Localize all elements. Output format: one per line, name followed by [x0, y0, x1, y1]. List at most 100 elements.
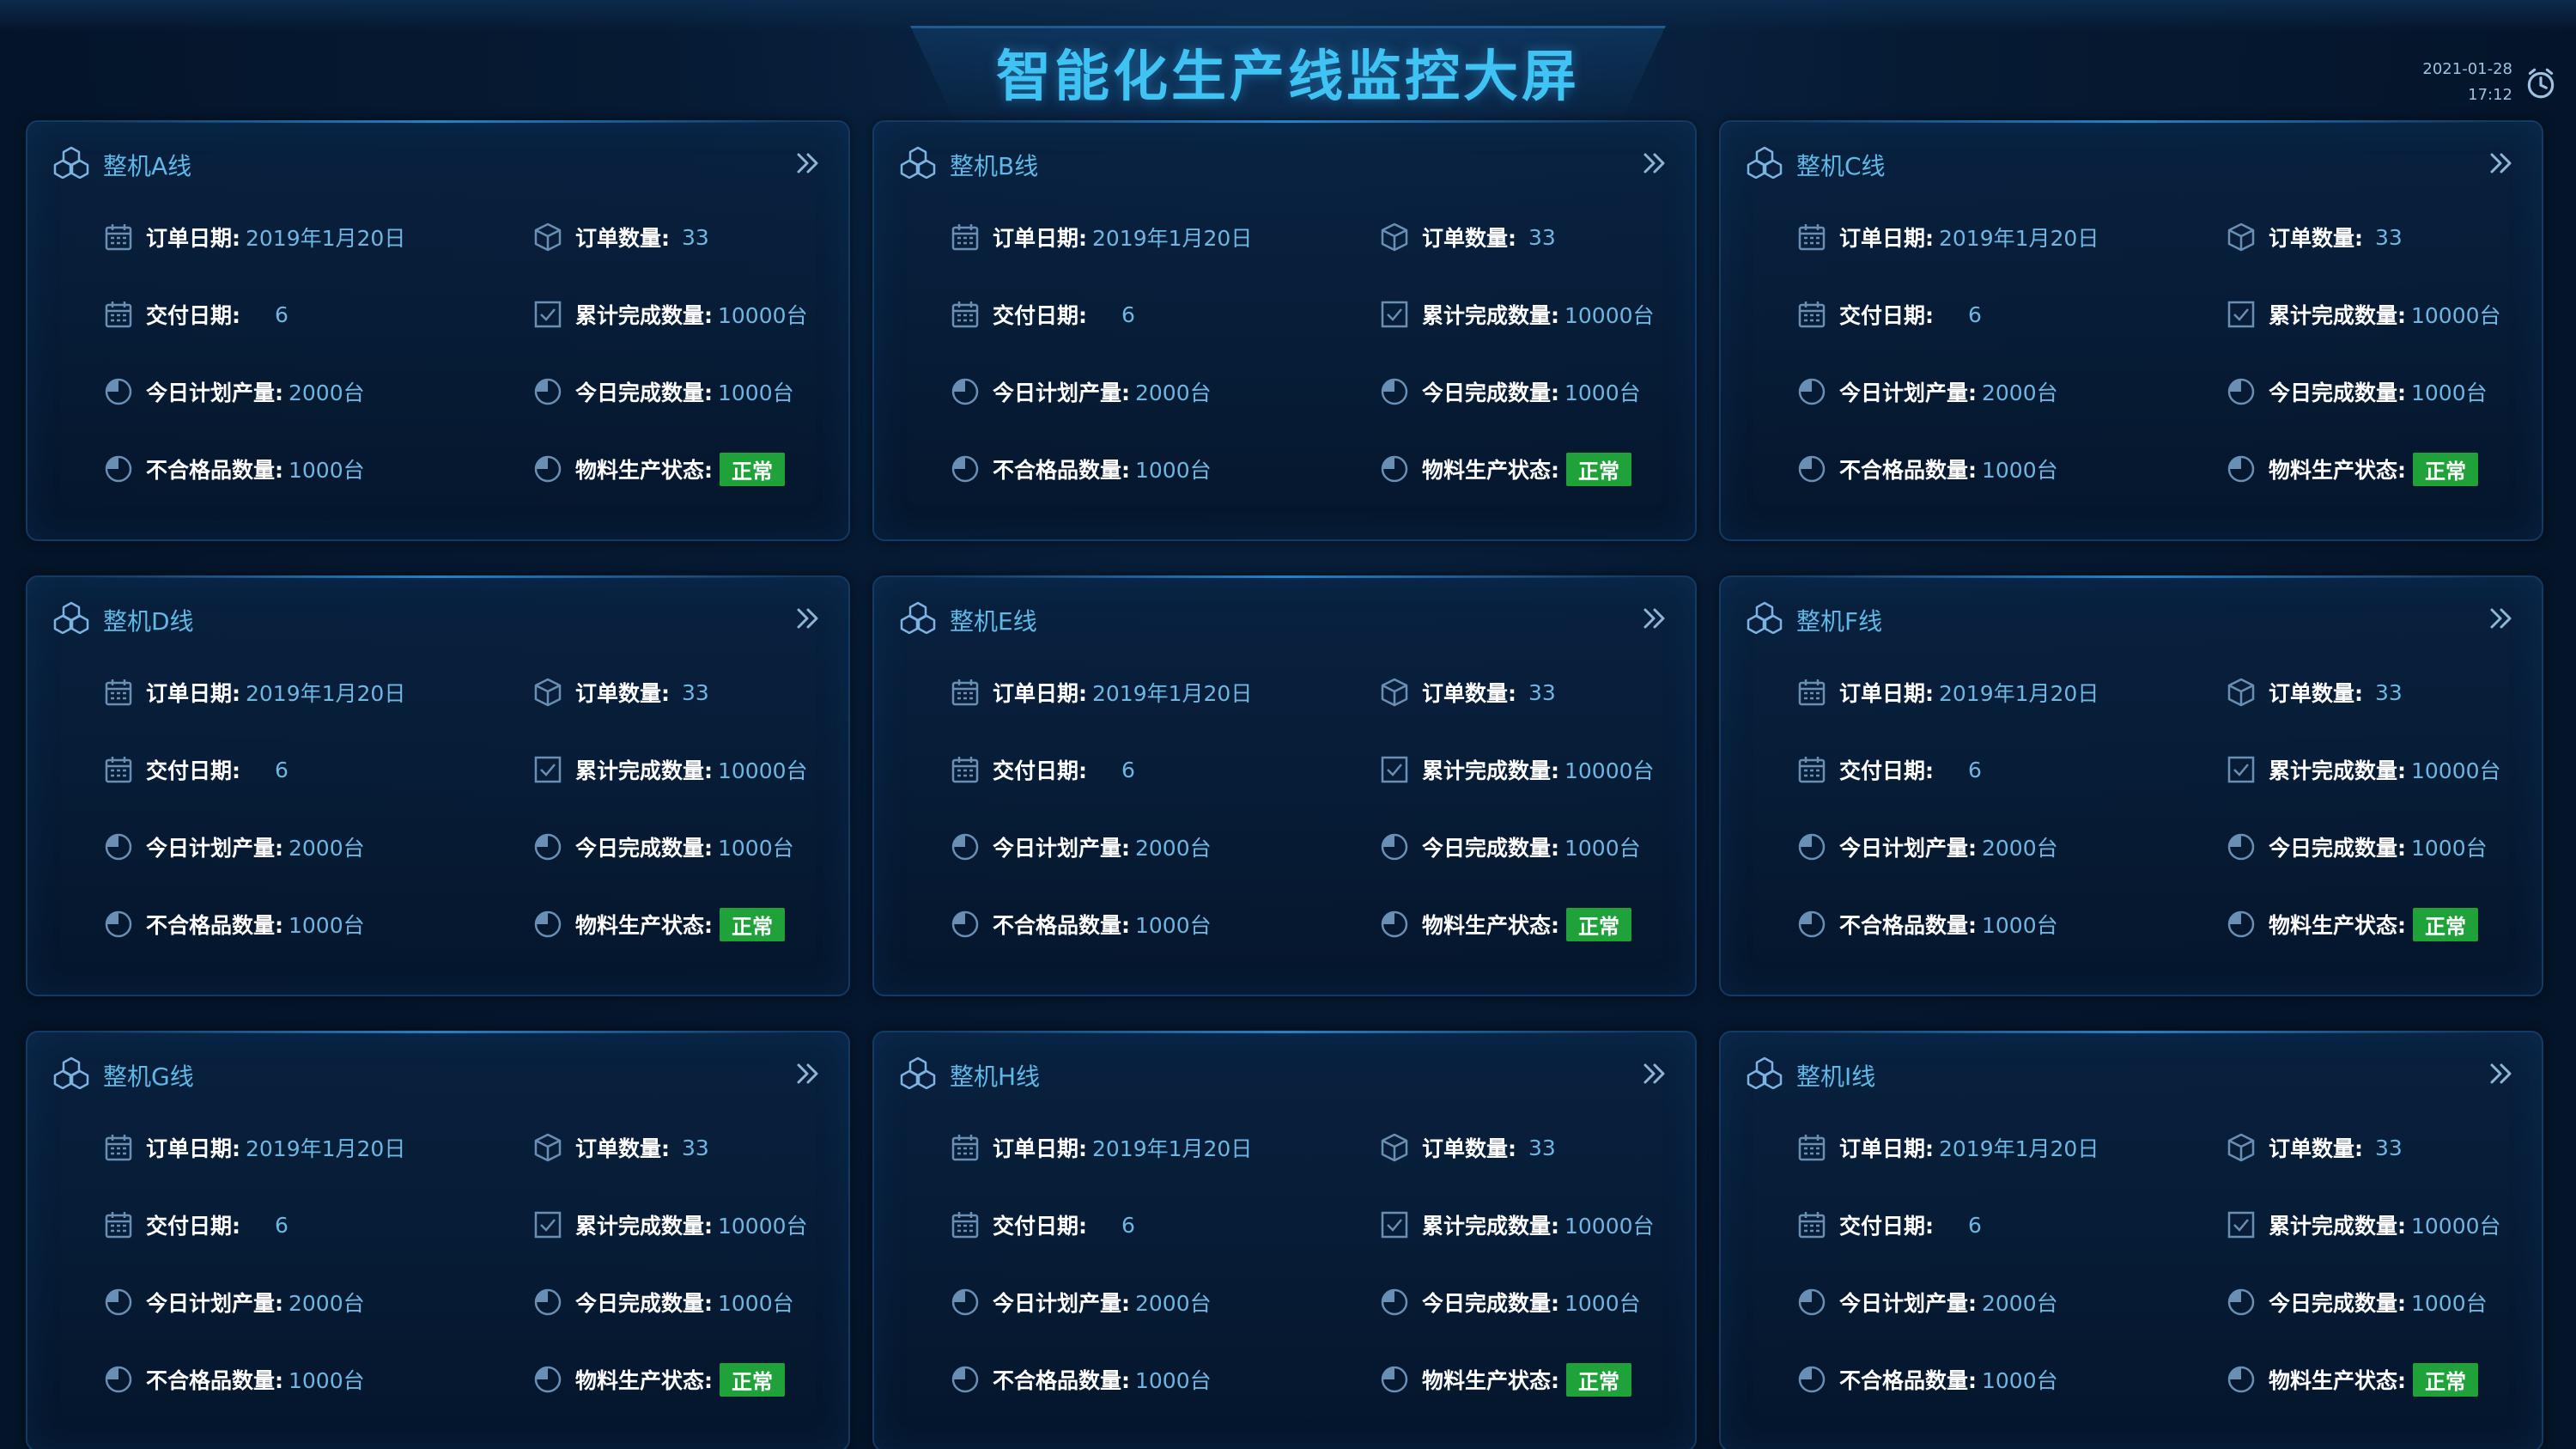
delivery-date-label: 交付日期: [146, 303, 240, 328]
defect-qty-value: 1000台 [1135, 458, 1212, 483]
delivery-date-label: 交付日期: [993, 303, 1087, 328]
delivery-date-field: 交付日期: 6 [103, 295, 289, 333]
order-date-value: 2019年1月20日 [1939, 1136, 2099, 1161]
pie-chart-icon [2227, 1366, 2255, 1393]
order-date-field: 订单日期: 2019年1月20日 [103, 673, 405, 711]
done-today-value: 1000台 [718, 1291, 794, 1316]
cubes-icon [1747, 601, 1783, 634]
pie-chart-icon [951, 833, 979, 861]
total-done-field: 累计完成数量: 10000台 [2226, 751, 2501, 788]
done-today-value: 1000台 [718, 836, 794, 861]
calendar-icon [1798, 757, 1826, 783]
plan-today-field: 今日计划产量: 2000台 [950, 373, 1212, 411]
line-card-e: 整机E线 订单日期: 2019年1月20日 订单数量: 33 交付日期: 6 累… [872, 575, 1697, 996]
order-qty-value: 33 [2375, 679, 2403, 705]
pie-chart-icon [2227, 833, 2255, 861]
defect-qty-label: 不合格品数量: [146, 913, 283, 938]
calendar-icon [105, 1212, 132, 1239]
order-date-label: 订单日期: [993, 681, 1087, 706]
order-qty-field: 订单数量: 33 [1379, 1129, 1556, 1166]
order-qty-value: 33 [1528, 679, 1556, 705]
order-qty-field: 订单数量: 33 [2226, 673, 2403, 711]
checkbox-icon [1381, 1211, 1408, 1239]
defect-qty-value: 1000台 [1982, 1368, 2058, 1393]
card-title: 整机H线 [950, 1062, 1041, 1091]
double-chevron-right-icon[interactable] [2487, 1060, 2516, 1087]
double-chevron-right-icon[interactable] [793, 149, 823, 177]
plan-today-label: 今日计划产量: [146, 381, 283, 405]
calendar-icon [1798, 1135, 1826, 1161]
done-today-label: 今日完成数量: [1422, 1291, 1559, 1316]
delivery-date-value: 6 [275, 301, 289, 327]
order-date-value: 2019年1月20日 [1092, 1136, 1253, 1161]
order-qty-value: 33 [682, 679, 709, 705]
plan-today-field: 今日计划产量: 2000台 [103, 1283, 365, 1321]
card-header: 整机F线 [1747, 600, 2516, 637]
double-chevron-right-icon[interactable] [1640, 149, 1669, 177]
done-today-label: 今日完成数量: [2269, 836, 2406, 861]
defect-qty-value: 1000台 [289, 913, 365, 938]
box-icon [2227, 678, 2255, 707]
pie-chart-icon [105, 910, 132, 938]
total-done-field: 累计完成数量: 10000台 [2226, 295, 2501, 333]
box-icon [1381, 222, 1408, 252]
done-today-value: 1000台 [2411, 381, 2488, 405]
pie-chart-icon [1381, 1366, 1408, 1393]
delivery-date-field: 交付日期: 6 [950, 751, 1135, 788]
pie-chart-icon [2227, 378, 2255, 405]
done-today-label: 今日完成数量: [1422, 381, 1559, 405]
done-today-field: 今日完成数量: 1000台 [2226, 828, 2488, 866]
double-chevron-right-icon[interactable] [2487, 605, 2516, 632]
pie-chart-icon [534, 1288, 562, 1316]
plan-today-value: 2000台 [289, 381, 365, 405]
plan-today-value: 2000台 [1982, 381, 2058, 405]
total-done-field: 累计完成数量: 10000台 [1379, 1206, 1655, 1244]
plan-today-field: 今日计划产量: 2000台 [1796, 1283, 2058, 1321]
done-today-label: 今日完成数量: [2269, 1291, 2406, 1316]
plan-today-value: 2000台 [1135, 381, 1212, 405]
status-badge: 正常 [720, 1362, 785, 1397]
status-badge: 正常 [2413, 452, 2478, 486]
total-done-field: 累计完成数量: 10000台 [1379, 751, 1655, 788]
pie-chart-icon [951, 378, 979, 405]
order-qty-label: 订单数量: [2269, 226, 2363, 251]
double-chevron-right-icon[interactable] [2487, 149, 2516, 177]
done-today-field: 今日完成数量: 1000台 [2226, 373, 2488, 411]
delivery-date-field: 交付日期: 6 [950, 295, 1135, 333]
defect-qty-label: 不合格品数量: [146, 1368, 283, 1393]
double-chevron-right-icon[interactable] [1640, 1060, 1669, 1087]
line-card-f: 整机F线 订单日期: 2019年1月20日 订单数量: 33 交付日期: 6 累… [1719, 575, 2543, 996]
card-header: 整机C线 [1747, 144, 2516, 182]
double-chevron-right-icon[interactable] [793, 605, 823, 632]
line-card-g: 整机G线 订单日期: 2019年1月20日 订单数量: 33 交付日期: 6 累… [26, 1031, 850, 1449]
plan-today-value: 2000台 [289, 1291, 365, 1316]
total-done-field: 累计完成数量: 10000台 [532, 295, 808, 333]
delivery-date-field: 交付日期: 6 [1796, 1206, 1982, 1244]
total-done-value: 10000台 [1564, 1214, 1655, 1239]
done-today-label: 今日完成数量: [2269, 381, 2406, 405]
order-qty-label: 订单数量: [575, 681, 670, 706]
order-qty-value: 33 [682, 1135, 709, 1160]
total-done-value: 10000台 [1564, 303, 1655, 328]
total-done-value: 10000台 [718, 1214, 808, 1239]
order-date-value: 2019年1月20日 [246, 226, 406, 251]
plan-today-field: 今日计划产量: 2000台 [103, 828, 365, 866]
double-chevron-right-icon[interactable] [793, 1060, 823, 1087]
order-date-label: 订单日期: [1839, 1136, 1934, 1161]
material-status-field: 物料生产状态: 正常 [2226, 1361, 2478, 1398]
total-done-label: 累计完成数量: [1422, 303, 1559, 328]
total-done-label: 累计完成数量: [575, 303, 713, 328]
status-badge: 正常 [720, 452, 785, 486]
order-qty-label: 订单数量: [1422, 1136, 1516, 1161]
defect-qty-field: 不合格品数量: 1000台 [1796, 905, 2058, 943]
box-icon [2227, 222, 2255, 252]
double-chevron-right-icon[interactable] [1640, 605, 1669, 632]
delivery-date-value: 6 [275, 1212, 289, 1238]
material-status-label: 物料生产状态: [1422, 458, 1559, 483]
pie-chart-icon [1798, 455, 1826, 483]
status-badge: 正常 [1566, 1362, 1631, 1397]
order-qty-field: 订单数量: 33 [532, 1129, 709, 1166]
done-today-value: 1000台 [1564, 381, 1641, 405]
cubes-icon [900, 601, 936, 634]
delivery-date-field: 交付日期: 6 [1796, 751, 1982, 788]
